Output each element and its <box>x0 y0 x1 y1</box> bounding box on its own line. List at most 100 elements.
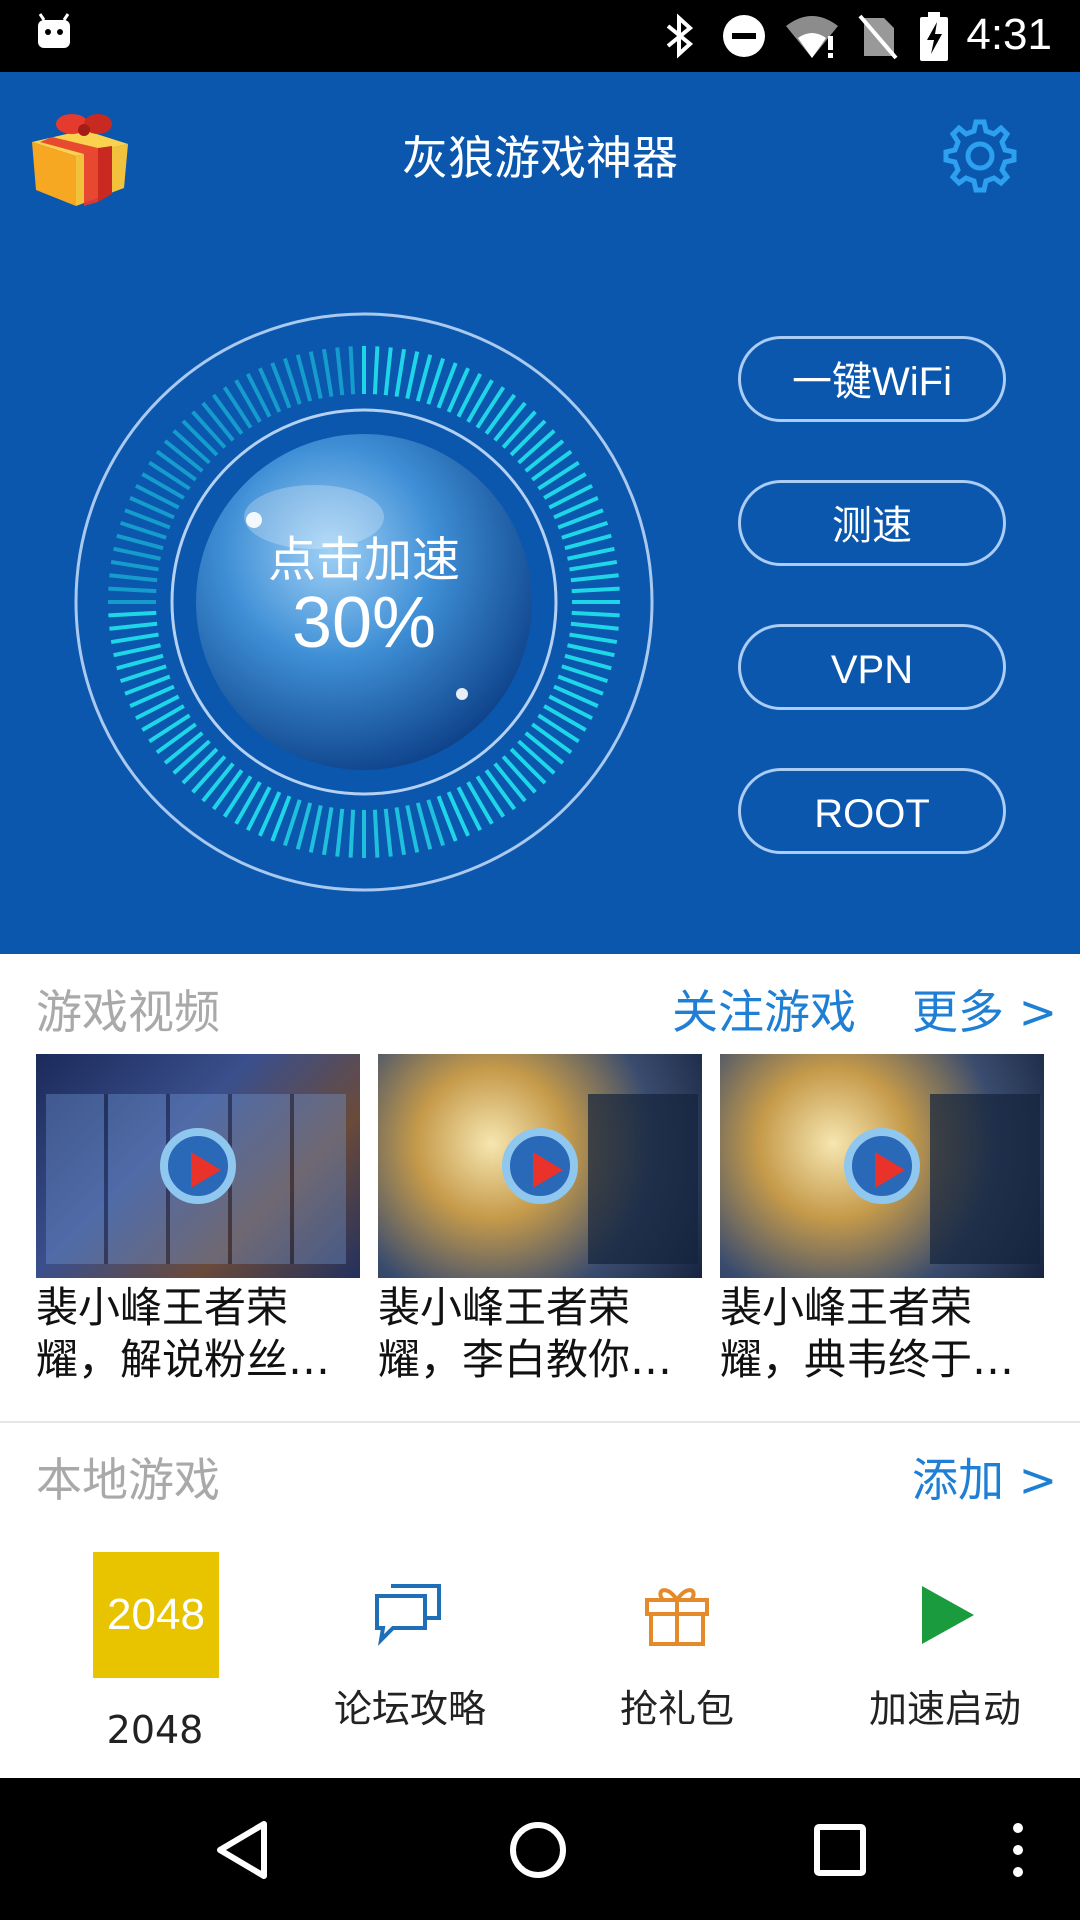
video-card[interactable]: 裴小峰王者荣耀，典韦终于来… <box>720 1054 1044 1386</box>
gauge-tick <box>537 460 580 491</box>
gauge-tick <box>524 731 565 765</box>
video-thumbnail[interactable] <box>36 1054 360 1278</box>
gauge-tick <box>110 559 159 572</box>
gauge-tick <box>484 393 517 435</box>
play-icon <box>502 1128 578 1204</box>
gauge-tick <box>211 769 244 811</box>
gauge-tick <box>415 354 433 402</box>
tile-label: 抢礼包 <box>619 1687 734 1731</box>
video-card[interactable]: 裴小峰王者荣耀，李白教你用… <box>378 1054 702 1386</box>
forum-chat-icon <box>375 1584 441 1646</box>
gauge-tick <box>181 747 219 785</box>
gauge-tick <box>113 643 161 658</box>
overflow-menu-icon[interactable] <box>1004 1820 1032 1880</box>
vpn-button[interactable]: VPN <box>738 624 1006 710</box>
gauge-tick <box>405 805 420 853</box>
gauge-tick <box>295 354 313 402</box>
wifi-button[interactable]: 一键WiFi <box>738 336 1006 422</box>
play-icon <box>922 1586 974 1644</box>
gauge-tick <box>109 621 158 631</box>
gauge-tick <box>531 722 573 755</box>
gauge-tick <box>201 762 235 803</box>
gauge-tick <box>348 346 356 395</box>
gauge-tick <box>569 559 618 572</box>
gauge-tick <box>211 393 244 435</box>
boost-gauge[interactable] <box>64 302 664 902</box>
gauge-tick <box>155 449 197 482</box>
gear-icon <box>943 119 1017 193</box>
gauge-tick <box>531 449 573 482</box>
video-title: 裴小峰王者荣耀，典韦终于来… <box>720 1283 973 1384</box>
gauge-tick <box>222 775 253 818</box>
video-card[interactable]: 裴小峰王者荣耀，解说粉丝回… <box>36 1054 360 1386</box>
gauge-tick <box>394 348 407 397</box>
tile-label: 加速启动 <box>868 1687 1021 1731</box>
gauge-tick <box>569 632 618 645</box>
gauge-tick <box>295 802 313 850</box>
bluetooth-icon <box>666 13 694 59</box>
gauge-tick <box>308 805 323 853</box>
gauge-tick <box>567 546 615 561</box>
navigation-bar <box>0 1778 1080 1920</box>
tile-label: 论坛攻略 <box>333 1687 486 1731</box>
video-thumbnail[interactable] <box>720 1054 1044 1278</box>
gauge-tick <box>110 632 159 645</box>
gauge-tick <box>163 439 204 473</box>
gauge-tick <box>181 419 219 457</box>
gauge-tick <box>191 410 227 449</box>
play-icon <box>160 1128 236 1204</box>
local-games-title: 本地游戏 <box>36 1453 220 1507</box>
video-thumbnail[interactable] <box>378 1054 702 1278</box>
back-icon[interactable] <box>212 1818 272 1882</box>
gauge-tick <box>493 401 527 442</box>
follow-games-link[interactable]: 关注游戏 <box>672 976 856 1042</box>
home-icon[interactable] <box>508 1820 568 1880</box>
gauge-tick <box>501 755 537 794</box>
gauge-tick <box>372 809 380 858</box>
video-title: 裴小峰王者荣耀，李白教你用… <box>378 1283 631 1384</box>
gauge-tick <box>415 802 433 850</box>
more-videos-link[interactable]: 更多 > <box>912 976 1057 1042</box>
no-sim-icon <box>858 14 898 60</box>
gauge-tick <box>109 573 158 583</box>
gauge-tick <box>108 586 157 594</box>
root-button[interactable]: ROOT <box>738 768 1006 854</box>
settings-button[interactable] <box>940 116 1020 196</box>
gift-icon <box>645 1588 709 1646</box>
gauge-tick <box>172 739 211 775</box>
gauge-tick <box>335 808 345 857</box>
gauge-tick <box>348 809 356 858</box>
gauge-tick <box>475 775 506 818</box>
recents-icon[interactable] <box>812 1822 868 1878</box>
status-time: 4:31 <box>966 10 1052 59</box>
gauge-tick <box>163 731 204 765</box>
status-bar: 4:31 <box>0 0 1080 72</box>
gauge-tick <box>113 546 161 561</box>
gauge-tick <box>148 713 191 744</box>
video-title: 裴小峰王者荣耀，解说粉丝回… <box>36 1283 289 1384</box>
gauge-tick <box>524 439 565 473</box>
gauge-tick <box>321 348 334 397</box>
gauge-tick <box>509 419 547 457</box>
gauge-tick <box>570 621 619 631</box>
add-game-link[interactable]: 添加 > <box>912 1444 1057 1510</box>
gauge-tick <box>571 610 620 618</box>
gauge-tick <box>108 610 157 618</box>
play-icon <box>844 1128 920 1204</box>
gauge-tick <box>537 713 580 744</box>
section-divider <box>0 1421 1080 1423</box>
gauge-tick <box>222 386 253 429</box>
gauge-tick <box>155 722 197 755</box>
speed-test-button[interactable]: 测速 <box>738 480 1006 566</box>
gauge-tick <box>372 346 380 395</box>
tile-label: 2048 <box>106 1708 204 1752</box>
gauge-tick <box>517 429 556 465</box>
do-not-disturb-icon <box>723 15 765 57</box>
gauge-tick <box>308 351 323 399</box>
gauge-tick <box>564 653 612 671</box>
gauge-tick <box>335 347 345 396</box>
gauge-tick <box>116 533 164 551</box>
gauge-tick <box>116 653 164 671</box>
gauge-tick <box>571 586 620 594</box>
gauge-tick <box>394 807 407 856</box>
